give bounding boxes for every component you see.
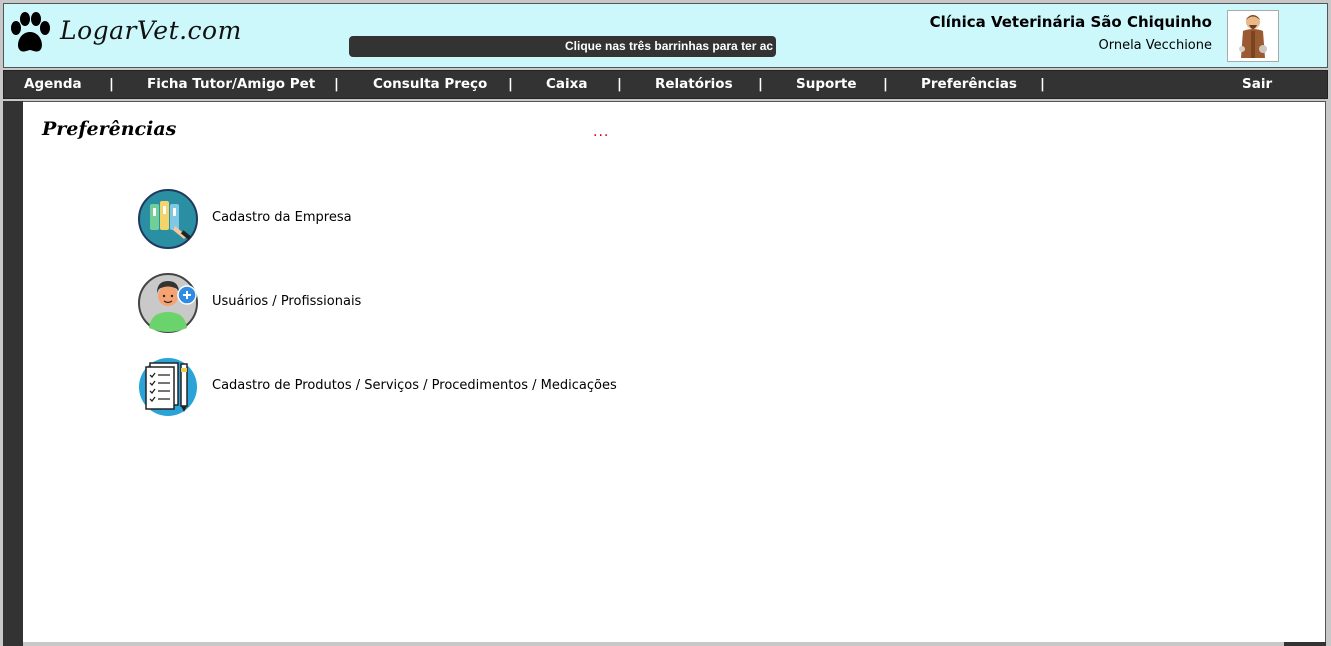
- user-name: Ornela Vecchione: [1098, 38, 1212, 53]
- nav-separator: |: [109, 76, 114, 92]
- nav-ficha-tutor[interactable]: Ficha Tutor/Amigo Pet: [147, 76, 315, 92]
- nav-separator: |: [883, 76, 888, 92]
- nav-separator: |: [508, 76, 513, 92]
- nav-preferencias[interactable]: Preferências: [921, 76, 1017, 92]
- nav-separator: |: [617, 76, 622, 92]
- option-label: Cadastro de Produtos / Serviços / Proced…: [212, 378, 617, 393]
- app-header: LogarVet.com Clique nas três barrinhas p…: [3, 3, 1328, 68]
- left-side-bar: [3, 101, 23, 646]
- nav-separator: |: [758, 76, 763, 92]
- marquee-text: Clique nas três barrinhas para ter ac: [565, 39, 774, 53]
- nav-relatorios[interactable]: Relatórios: [655, 76, 733, 92]
- logo-text: LogarVet.com: [60, 16, 242, 45]
- logout-link[interactable]: Sair: [1242, 76, 1272, 92]
- clinic-name: Clínica Veterinária São Chiquinho: [929, 13, 1212, 31]
- paw-icon: [11, 12, 50, 52]
- nav-suporte[interactable]: Suporte: [796, 76, 857, 92]
- logarvet-logo[interactable]: LogarVet.com: [8, 8, 241, 60]
- main-nav: Agenda | Ficha Tutor/Amigo Pet | Consult…: [3, 70, 1328, 99]
- add-user-icon: [138, 273, 198, 333]
- loading-dots: ...: [593, 124, 610, 140]
- folders-icon: [138, 189, 198, 249]
- page-title: Preferências: [42, 118, 177, 140]
- option-label: Cadastro da Empresa: [212, 210, 352, 225]
- option-label: Usuários / Profissionais: [212, 294, 362, 309]
- nav-separator: |: [1040, 76, 1045, 92]
- nav-caixa[interactable]: Caixa: [546, 76, 587, 92]
- nav-agenda[interactable]: Agenda: [24, 76, 82, 92]
- saint-francis-avatar-icon: [1227, 10, 1279, 62]
- nav-consulta-preco[interactable]: Consulta Preço: [373, 76, 487, 92]
- main-content: Preferências ... Cadastro da Empresa Usu…: [23, 101, 1326, 642]
- nav-separator: |: [334, 76, 339, 92]
- marquee-banner: Clique nas três barrinhas para ter ac: [349, 36, 776, 57]
- checklist-icon: [139, 358, 197, 416]
